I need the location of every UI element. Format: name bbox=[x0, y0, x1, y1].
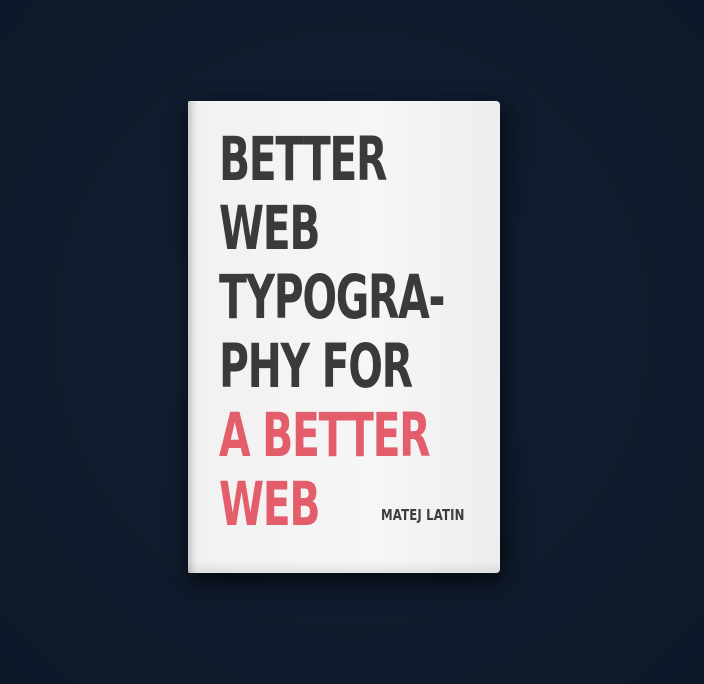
title-line-2: WEB bbox=[219, 193, 320, 264]
title-line-1: BETTER bbox=[219, 124, 387, 195]
author-name: MATEJ LATIN bbox=[381, 506, 465, 524]
book-cover-scene: BETTER WEB TYPOGRA- PHY FOR A BETTER WEB… bbox=[0, 0, 704, 684]
title-line-4: PHY FOR bbox=[219, 331, 413, 402]
title-line-3: TYPOGRA- bbox=[219, 262, 445, 333]
title-line-5: A BETTER bbox=[219, 400, 431, 471]
title-line-6: WEB bbox=[219, 469, 320, 540]
book-cover: BETTER WEB TYPOGRA- PHY FOR A BETTER WEB… bbox=[188, 101, 500, 573]
book-title: BETTER WEB TYPOGRA- PHY FOR A BETTER WEB bbox=[219, 124, 445, 540]
